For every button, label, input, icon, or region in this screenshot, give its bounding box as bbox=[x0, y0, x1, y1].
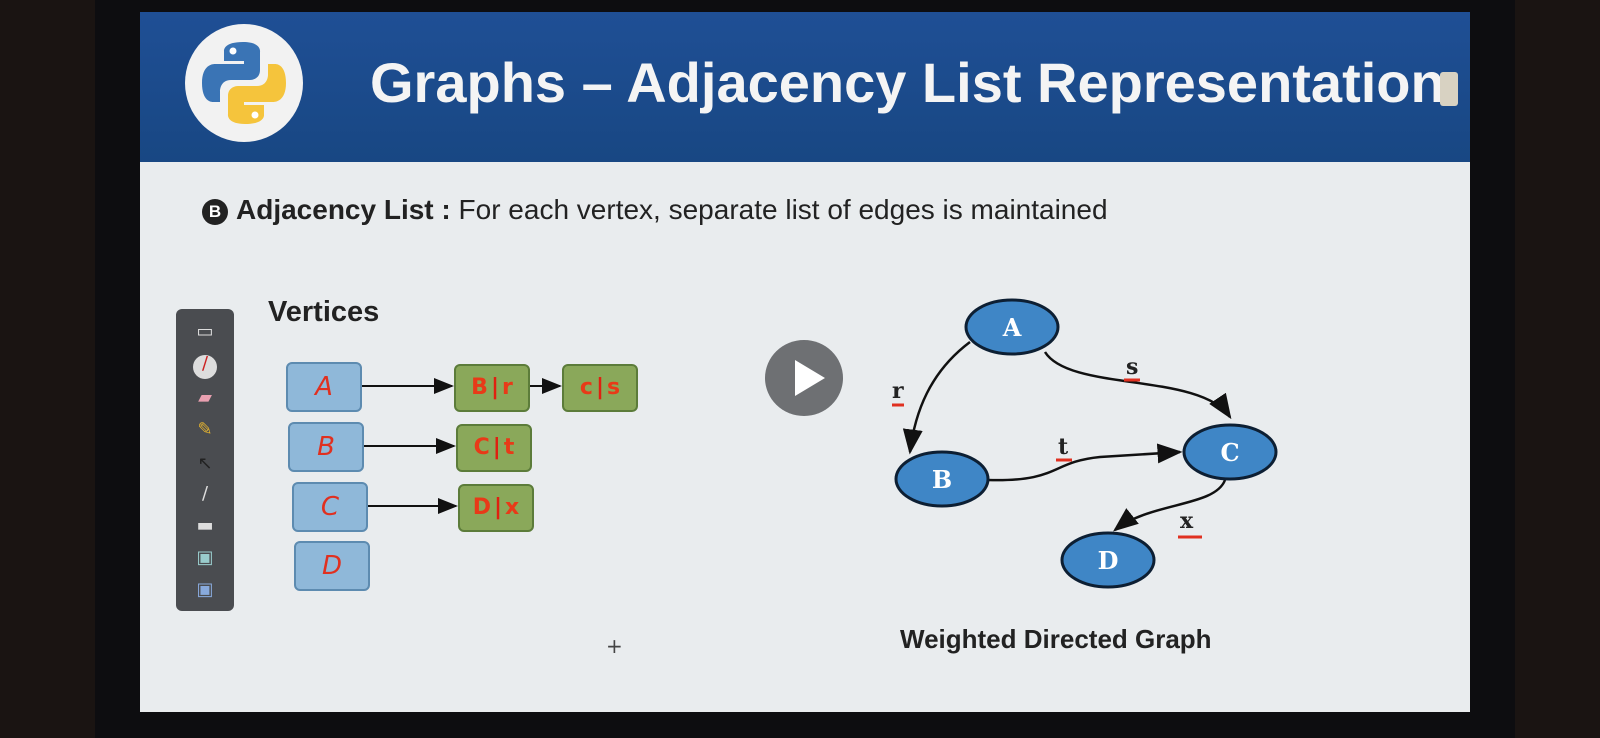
edge-node: B | r bbox=[454, 364, 530, 412]
weight-r: r bbox=[892, 378, 904, 404]
vertex-d: D bbox=[294, 541, 370, 591]
weight-s: s bbox=[1126, 354, 1138, 380]
node-label-a: A bbox=[1002, 313, 1022, 342]
play-button[interactable] bbox=[765, 340, 843, 416]
edge-node: C | t bbox=[456, 424, 532, 472]
weight-t: t bbox=[1058, 434, 1069, 460]
node-label-d: D bbox=[1098, 546, 1119, 575]
edge-b-c bbox=[987, 443, 1183, 482]
edge-a-b bbox=[902, 341, 971, 455]
vertex-b: B bbox=[288, 422, 364, 472]
crosshair-cursor-icon: + bbox=[606, 634, 623, 658]
edge-node: D | x bbox=[458, 484, 534, 532]
node-label-c: C bbox=[1220, 438, 1239, 467]
weight-x: x bbox=[1180, 508, 1194, 534]
vertex-c: C bbox=[292, 482, 368, 532]
edge-c-d bbox=[1113, 479, 1227, 532]
slide: Graphs – Adjacency List Representation B… bbox=[140, 12, 1470, 712]
vertex-a: A bbox=[286, 362, 362, 412]
edge-node: c | s bbox=[562, 364, 638, 412]
node-label-b: B bbox=[932, 465, 952, 494]
graph-caption: Weighted Directed Graph bbox=[900, 624, 1212, 654]
